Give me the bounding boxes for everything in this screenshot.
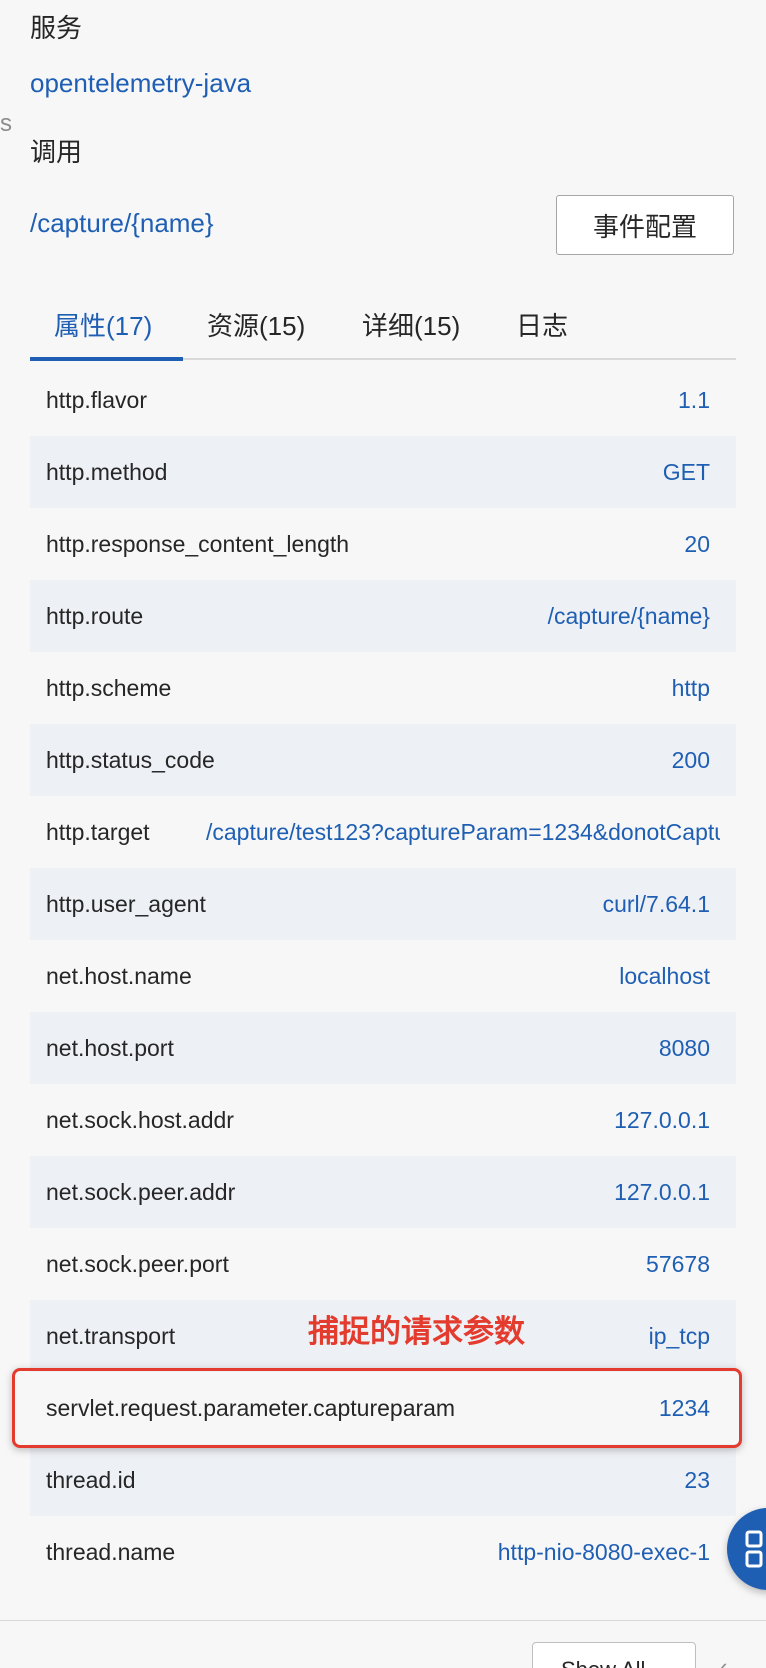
attribute-key: net.host.port [46, 1034, 174, 1061]
attribute-value[interactable]: 127.0.0.1 [614, 1179, 710, 1206]
attribute-key: net.host.name [46, 962, 192, 989]
tab-resources[interactable]: 资源(15) [207, 306, 305, 343]
annotation-label: 捕捉的请求参数 [308, 1314, 525, 1349]
attribute-value[interactable]: http [672, 675, 710, 702]
attribute-key: http.target [46, 818, 150, 845]
table-row: http.user_agent curl/7.64.1 [30, 868, 736, 940]
tab-logs[interactable]: 日志 [516, 306, 568, 343]
attribute-value[interactable]: /capture/{name} [548, 603, 710, 630]
table-row: http.flavor 1.1 [30, 364, 736, 436]
tab-bar: 属性(17) 资源(15) 详细(15) 日志 [30, 296, 736, 361]
attribute-value[interactable]: localhost [619, 963, 710, 990]
call-label: 调用 [30, 137, 83, 167]
table-row: net.host.name localhost [30, 940, 736, 1012]
attribute-value[interactable]: 20 [684, 531, 710, 558]
attribute-key: thread.id [46, 1466, 136, 1493]
table-row: http.scheme http [30, 652, 736, 724]
footer-divider [0, 1620, 766, 1621]
clipped-side-text: s [0, 110, 12, 137]
table-row: http.route /capture/{name} [30, 580, 736, 652]
attribute-value[interactable]: ip_tcp [649, 1323, 710, 1350]
attribute-key: http.flavor [46, 386, 147, 413]
attribute-value[interactable]: 8080 [659, 1035, 710, 1062]
attribute-key: http.status_code [46, 746, 215, 773]
attribute-value[interactable]: 57678 [646, 1251, 710, 1278]
attribute-key: http.response_content_length [46, 530, 350, 557]
event-config-button[interactable]: 事件配置 [556, 195, 734, 255]
attribute-key: net.sock.host.addr [46, 1106, 234, 1133]
table-row: http.response_content_length 20 [30, 508, 736, 580]
call-name-link[interactable]: /capture/{name} [30, 208, 214, 239]
attribute-value[interactable]: curl/7.64.1 [603, 891, 710, 918]
attribute-key: thread.name [46, 1538, 176, 1565]
attribute-key: http.method [46, 458, 168, 485]
attribute-key: http.route [46, 602, 144, 629]
table-row: http.target /capture/test123?capturePara… [30, 796, 736, 868]
attribute-value[interactable]: 127.0.0.1 [614, 1107, 710, 1134]
attribute-value[interactable]: http-nio-8080-exec-1 [498, 1539, 710, 1566]
attribute-key: http.scheme [46, 674, 172, 701]
attribute-value[interactable]: 200 [672, 747, 710, 774]
table-row: http.method GET [30, 436, 736, 508]
attribute-value[interactable]: 1.1 [678, 387, 710, 414]
active-tab-indicator [30, 357, 183, 361]
table-row: http.status_code 200 [30, 724, 736, 796]
table-row: net.sock.peer.addr 127.0.0.1 [30, 1156, 736, 1228]
table-row: thread.name http-nio-8080-exec-1 [30, 1516, 736, 1588]
tab-details[interactable]: 详细(15) [362, 306, 460, 343]
grid-icon [745, 1530, 763, 1568]
annotation-highlight-box [12, 1368, 742, 1448]
show-all-button[interactable]: Show All [532, 1642, 696, 1668]
service-name-link[interactable]: opentelemetry-java [30, 68, 251, 99]
attribute-key: net.sock.peer.addr [46, 1178, 236, 1205]
attribute-value[interactable]: 23 [684, 1467, 710, 1494]
attribute-key: net.sock.peer.port [46, 1250, 229, 1277]
chevron-left-icon[interactable]: ‹ [720, 1654, 727, 1668]
trace-detail-panel: s 服务 opentelemetry-java 调用 /capture/{nam… [0, 0, 766, 1668]
tab-attributes[interactable]: 属性(17) [54, 306, 152, 343]
table-row: net.host.port 8080 [30, 1012, 736, 1084]
table-row: net.sock.host.addr 127.0.0.1 [30, 1084, 736, 1156]
table-row: thread.id 23 [30, 1444, 736, 1516]
attribute-key: http.user_agent [46, 890, 206, 917]
attribute-value[interactable]: GET [663, 459, 710, 486]
attribute-key: net.transport [46, 1322, 176, 1349]
service-label: 服务 [30, 13, 83, 43]
table-row: net.sock.peer.port 57678 [30, 1228, 736, 1300]
attribute-value[interactable]: /capture/test123?captureParam=1234&donot… [206, 819, 720, 846]
